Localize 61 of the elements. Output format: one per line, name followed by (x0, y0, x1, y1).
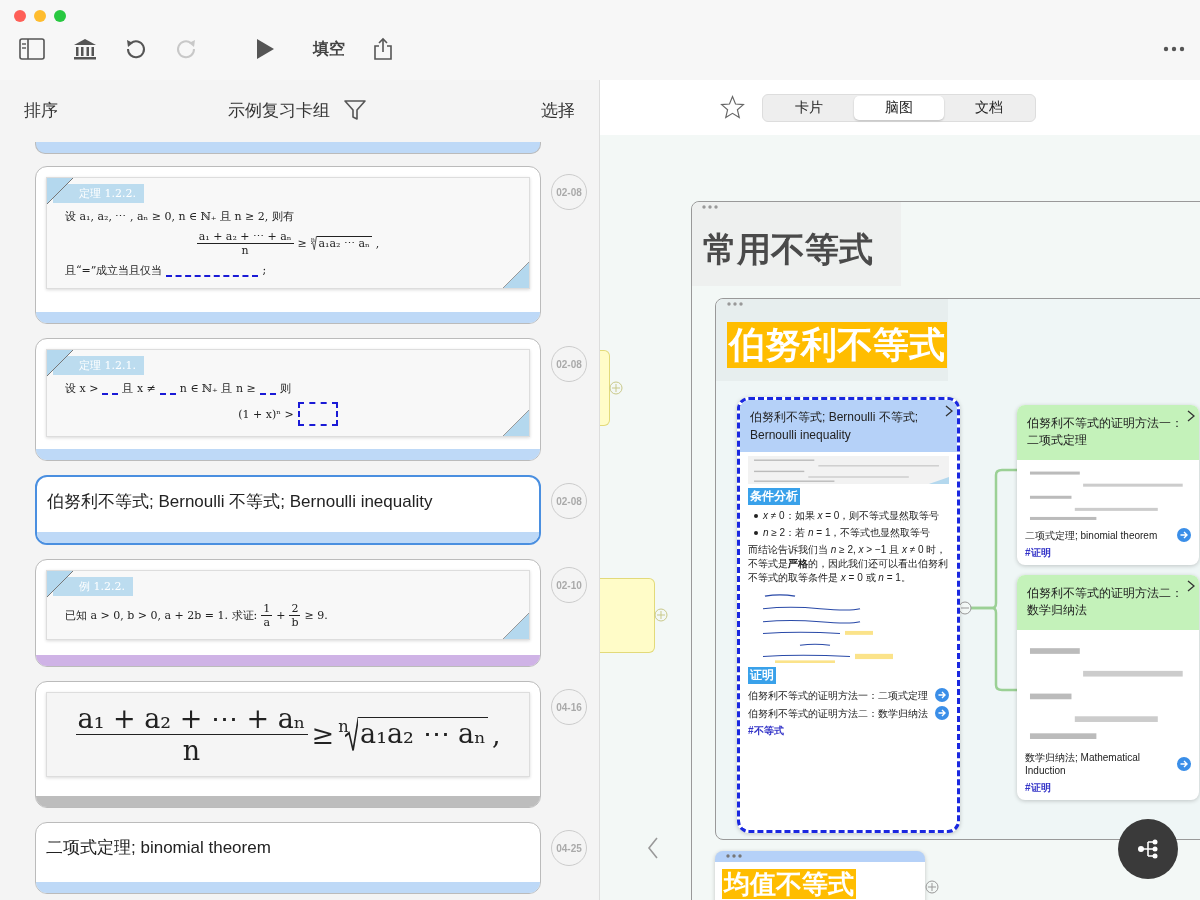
view-tab[interactable]: 脑图 (854, 95, 944, 120)
denominator: a (263, 616, 270, 629)
denominator: b (291, 616, 299, 629)
paragraph: 而结论告诉我们当 n ≥ 2, x > −1 且 x ≠ 0 时，不等式是严格的，因此我们还可以看出伯努利不等式的取等条件是 x = 0 或 n = 1。 (748, 543, 949, 585)
card-title: 伯努利不等式的证明方法二：数学归纳法 (1027, 587, 1183, 617)
math-text: ≥ (311, 719, 335, 750)
hashtag[interactable]: #证明 (1025, 781, 1191, 795)
math-text: 则 (279, 381, 291, 396)
theorem-label: 定理 1.2.1. (53, 356, 144, 375)
numerator: a₁ + a₂ + ⋯ + aₙ (75, 703, 308, 735)
deck-title: 示例复习卡组 (228, 99, 330, 122)
math-text: 已知 a > 0, b > 0, a + 2b = 1. 求证: (65, 608, 258, 623)
math-text: n ∈ ℕ₊ 且 n ≥ (179, 381, 256, 396)
numerator: a₁ + a₂ + ⋯ + aₙ (196, 230, 294, 244)
root-index: n (338, 716, 349, 736)
section-heading: 条件分析 (748, 488, 800, 505)
radicand: a₁a₂ ⋯ aₙ (358, 716, 488, 753)
card-title: 伯努利不等式的证明方法一：二项式定理 (1027, 417, 1183, 447)
radicand: a₁a₂ ⋯ aₙ (316, 236, 372, 251)
card-link[interactable]: 二项式定理; binomial theorem (1025, 528, 1158, 542)
mindmap-card[interactable]: 伯努利不等式的证明方法一：二项式定理 二项式定理; binomial theorem #证明 (1017, 405, 1199, 565)
section-heading: 证明 (748, 667, 776, 684)
view-tab[interactable]: 卡片 (764, 95, 854, 120)
card-link[interactable]: 伯努利不等式的证明方法二：数学归纳法 (748, 706, 928, 720)
numerator: 1 (261, 602, 273, 616)
mindmap-card[interactable]: 伯努利不等式的证明方法二：数学归纳法 数学归纳法; Mathematical Induction #证明 (1017, 575, 1199, 800)
denominator: n (182, 735, 201, 766)
view-tab[interactable]: 文档 (944, 95, 1034, 120)
select-button[interactable]: 选择 (541, 98, 575, 122)
math-text: ≥ (297, 237, 307, 250)
sort-button[interactable]: 排序 (24, 98, 58, 122)
theorem-label: 定理 1.2.2. (53, 184, 144, 203)
card-text: 伯努利不等式; Bernoulli 不等式; Bernoulli inequality (47, 491, 434, 513)
numerator: 2 (289, 602, 301, 616)
bullet-text: n ≥ 2：若 n = 1，不等式也显然取等号 (763, 526, 931, 539)
math-text: + (276, 609, 286, 622)
math-text: , (375, 237, 380, 250)
card-title: 伯努利不等式; Bernoulli 不等式; Bernoulli inequality (750, 410, 919, 442)
review-card[interactable]: 定理 1.2.1. 设 x > 且 x ≠ n ∈ ℕ₊ 且 n ≥ 则 (1 + x)ⁿ > (35, 338, 541, 461)
card-link[interactable]: 伯努利不等式的证明方法一：二项式定理 (748, 688, 928, 702)
hashtag[interactable]: #证明 (1025, 546, 1191, 560)
card-text: 二项式定理; binomial theorem (46, 837, 272, 859)
math-text: 设 a₁, a₂, ⋯ , aₙ ≥ 0, n ∈ ℕ₊ 且 n ≥ 2, 则有 (65, 209, 294, 224)
review-card[interactable]: 二项式定理; binomial theorem (35, 822, 541, 894)
math-text: 设 x > (65, 381, 99, 396)
denominator: n (241, 244, 249, 257)
math-text: ; (262, 264, 267, 277)
hashtag[interactable]: #不等式 (748, 724, 949, 738)
card-link[interactable]: 数学归纳法; Mathematical Induction (1025, 751, 1174, 777)
math-text: 且“=”成立当且仅当 (65, 263, 163, 278)
math-text: , (491, 719, 501, 750)
bullet-text: x ≠ 0：如果 x = 0，则不等式显然取等号 (763, 509, 940, 522)
math-text: 且 x ≠ (122, 381, 156, 396)
math-text: (1 + x)ⁿ > (238, 407, 294, 421)
frame-title: 常用不等式 (703, 229, 873, 270)
review-card[interactable]: 伯努利不等式; Bernoulli 不等式; Bernoulli inequality (35, 475, 541, 545)
math-text: ≥ 9. (304, 609, 328, 622)
topic-title: 均值不等式 (722, 869, 856, 899)
mode-button[interactable]: 填空 (313, 38, 345, 60)
theorem-label: 例 1.2.2. (53, 577, 133, 596)
topic-title: 伯努利不等式 (727, 322, 947, 368)
